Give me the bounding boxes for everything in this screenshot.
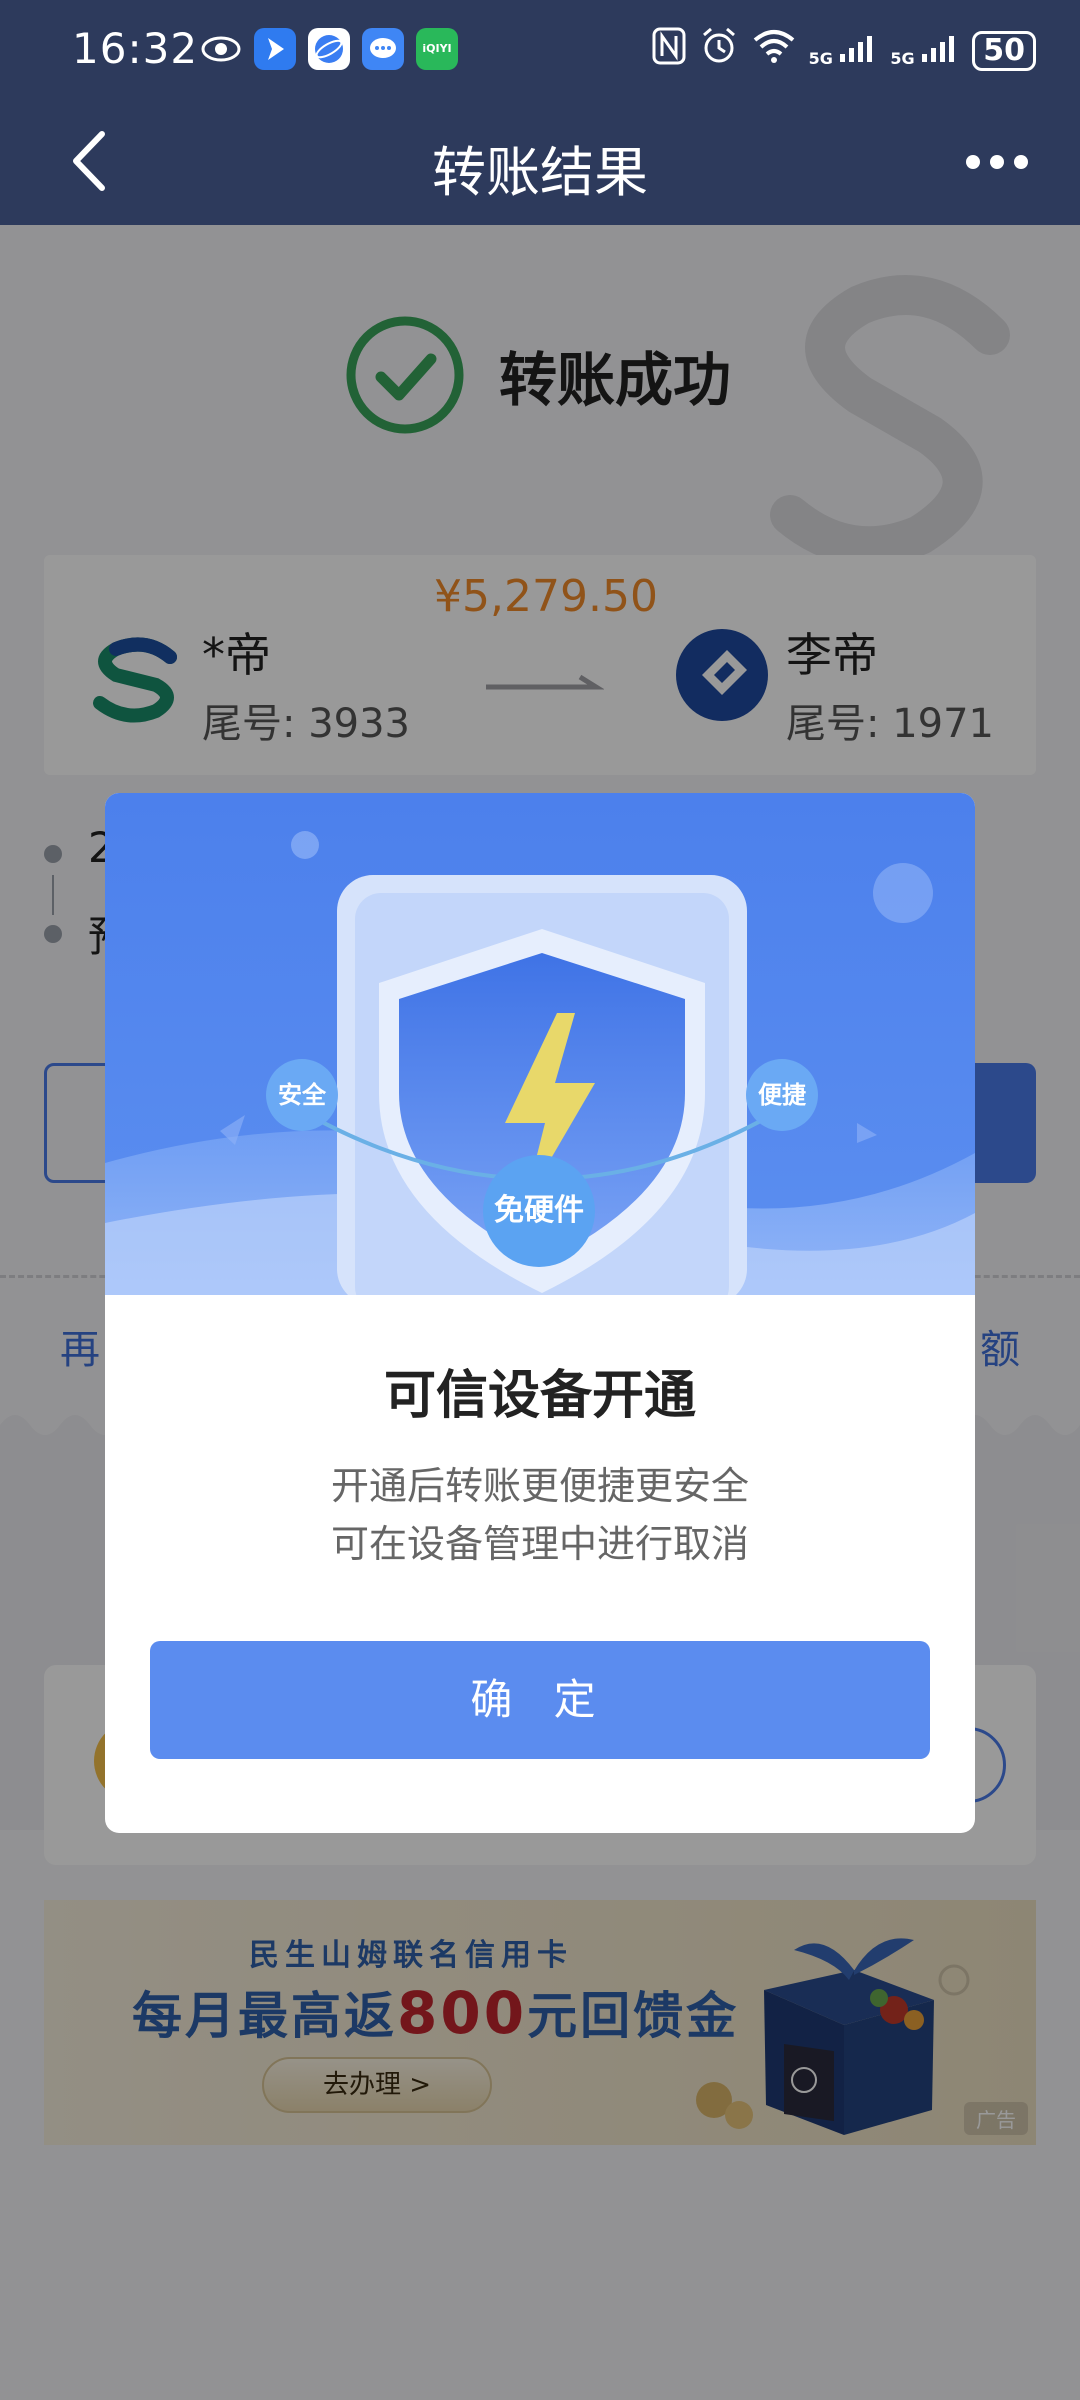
signal-5g-1: 5G (809, 34, 879, 68)
battery-indicator: 50 (972, 31, 1036, 71)
badge-safe: 安全 (278, 1081, 326, 1109)
dialog-desc-line2: 可在设备管理中进行取消 (330, 1522, 749, 1566)
status-time: 16:32 (72, 24, 199, 73)
eye-icon (200, 28, 242, 70)
alarm-icon (699, 26, 739, 76)
nfc-icon (651, 26, 687, 76)
signal-5g-2: 5G (890, 34, 960, 68)
status-notification-icons: iQIYI (200, 28, 458, 70)
more-dots-icon (966, 155, 980, 169)
dialog-desc-line1: 开通后转账更便捷更安全 (330, 1464, 749, 1508)
nav-header: 转账结果 (0, 100, 1080, 225)
trusted-device-dialog: 安全 便捷 免硬件 可信设备开通 开通后转账更便捷更安全 可在设备管理中进行取消… (105, 793, 975, 1833)
message-app-icon (362, 28, 404, 70)
badge-no-hardware: 免硬件 (494, 1193, 584, 1228)
wifi-icon (751, 26, 797, 76)
status-bar: 16:32 iQIYI 5G 5G 50 (0, 0, 1080, 100)
confirm-button[interactable]: 确 定 (150, 1641, 930, 1759)
page-title: 转账结果 (432, 141, 648, 204)
iqiyi-app-icon: iQIYI (416, 28, 458, 70)
more-options-button[interactable] (966, 142, 1046, 182)
browser-app-icon (308, 28, 350, 70)
badge-convenient: 便捷 (758, 1081, 806, 1109)
navigation-app-icon (254, 28, 296, 70)
dialog-hero-illustration: 安全 便捷 免硬件 (105, 793, 975, 1295)
status-system-icons: 5G 5G 50 (651, 26, 1036, 76)
dialog-title: 可信设备开通 (383, 1366, 696, 1426)
